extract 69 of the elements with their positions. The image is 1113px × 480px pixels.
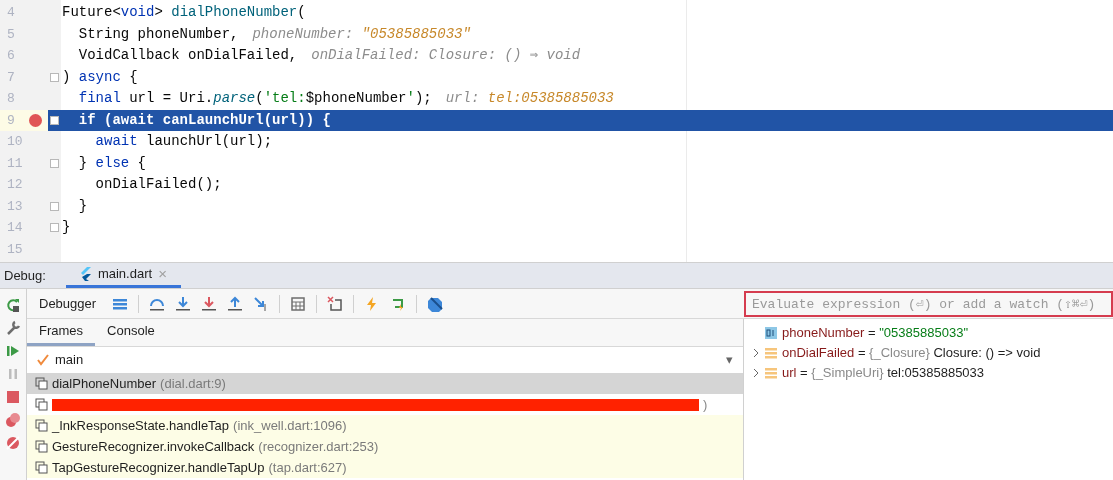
code-line: VoidCallback onDialFailed, <box>77 46 298 66</box>
line-number: 15 <box>7 240 23 259</box>
stack-frame[interactable]: GestureRecognizer.invokeCallback (recognizer.dart:253) <box>27 436 743 457</box>
evaluate-expression-field[interactable]: Evaluate expression (⏎) or add a watch (⇧⌘⏎) <box>744 291 1113 317</box>
check-icon <box>37 354 49 366</box>
flutter-icon <box>79 267 92 281</box>
line-number: 6 <box>7 47 16 65</box>
code-line: Future<void> dialPhoneNumber( <box>62 3 306 23</box>
variable-row[interactable]: onDialFailed = {_Closure} Closure: () => void <box>744 343 1113 363</box>
wrench-icon[interactable] <box>5 320 21 336</box>
dropdown-caret-icon: ▾ <box>726 350 733 370</box>
resume-icon[interactable] <box>5 343 21 359</box>
line-number: 5 <box>7 25 16 44</box>
expand-icon[interactable] <box>752 348 760 358</box>
line-number: 7 <box>7 68 16 87</box>
code-line: final url = Uri.parse('tel:$phoneNumber'); <box>77 89 432 109</box>
variable-value: onDialFailed = {_Closure} Closure: () => void <box>782 344 1041 363</box>
force-step-into-icon[interactable] <box>201 295 218 312</box>
code-line: if (await canLaunchUrl(url)) { <box>77 110 331 130</box>
inline-value-hint: phoneNumber: "05385885033" <box>252 24 471 44</box>
frame-icon <box>35 440 48 453</box>
variable-value: phoneNumber = "05385885033" <box>782 324 968 343</box>
stack-frame[interactable]: _InkResponseState.handleTap (ink_well.dart:1096) <box>27 415 743 436</box>
step-into-icon[interactable] <box>175 295 192 312</box>
code-line: } <box>62 218 71 238</box>
thread-dropdown[interactable]: main ▾ <box>27 347 743 373</box>
expand-icon[interactable] <box>752 368 760 378</box>
object-icon <box>765 347 777 359</box>
frame-icon <box>35 461 48 474</box>
frame-icon <box>35 419 48 432</box>
line-number: 8 <box>7 90 16 108</box>
code-line: onDialFailed(); <box>94 175 222 195</box>
step-out-icon[interactable] <box>227 295 244 312</box>
object-icon <box>765 367 777 379</box>
stack-frame[interactable]: TapGestureRecognizer.handleTapUp (tap.dart:627) <box>27 457 743 478</box>
inline-value-hint: url: tel:05385885033 <box>445 89 614 109</box>
clear-icon[interactable] <box>327 295 344 312</box>
line-number: 9 <box>7 111 16 130</box>
dart-icon[interactable] <box>427 295 444 312</box>
line-number: 10 <box>7 133 23 151</box>
line-number: 13 <box>7 197 23 216</box>
mute-breakpoints-icon[interactable] <box>5 435 21 451</box>
variable-row[interactable]: url = {_SimpleUri} tel:05385885033 <box>744 363 1113 383</box>
frame-icon <box>35 377 48 390</box>
debug-label: Debug: <box>3 266 47 285</box>
code-line: String phoneNumber, <box>77 24 239 44</box>
panel-tab[interactable]: Frames <box>27 319 96 346</box>
frame-icon <box>35 398 48 411</box>
line-number: 12 <box>7 176 23 194</box>
fold-icon[interactable] <box>50 115 59 125</box>
code-line: } <box>77 196 88 216</box>
debugger-tab[interactable]: Debugger <box>39 293 97 314</box>
variable-value: url = {_SimpleUri} tel:05385885033 <box>782 364 985 383</box>
primitive-icon <box>765 327 777 339</box>
stack-frame[interactable]: dialPhoneNumber (dial.dart:9) <box>27 373 743 394</box>
panel-tab[interactable]: Console <box>95 319 167 346</box>
line-number: 14 <box>7 219 23 237</box>
code-line: ) async { <box>62 67 138 87</box>
line-number: 4 <box>7 4 16 22</box>
rerun-icon[interactable] <box>5 297 21 313</box>
line-number: 11 <box>7 154 23 173</box>
code-line: await launchUrl(url); <box>94 132 273 152</box>
stop-icon[interactable] <box>5 389 21 405</box>
breakpoints-icon[interactable] <box>5 412 21 428</box>
breakpoint-icon[interactable] <box>29 113 42 127</box>
calculator-icon[interactable] <box>290 295 307 312</box>
inline-value-hint: onDialFailed: Closure: () ⇒ void <box>311 46 581 66</box>
code-line: } else { <box>77 153 147 173</box>
variable-row[interactable]: phoneNumber = "05385885033" <box>744 323 1113 343</box>
